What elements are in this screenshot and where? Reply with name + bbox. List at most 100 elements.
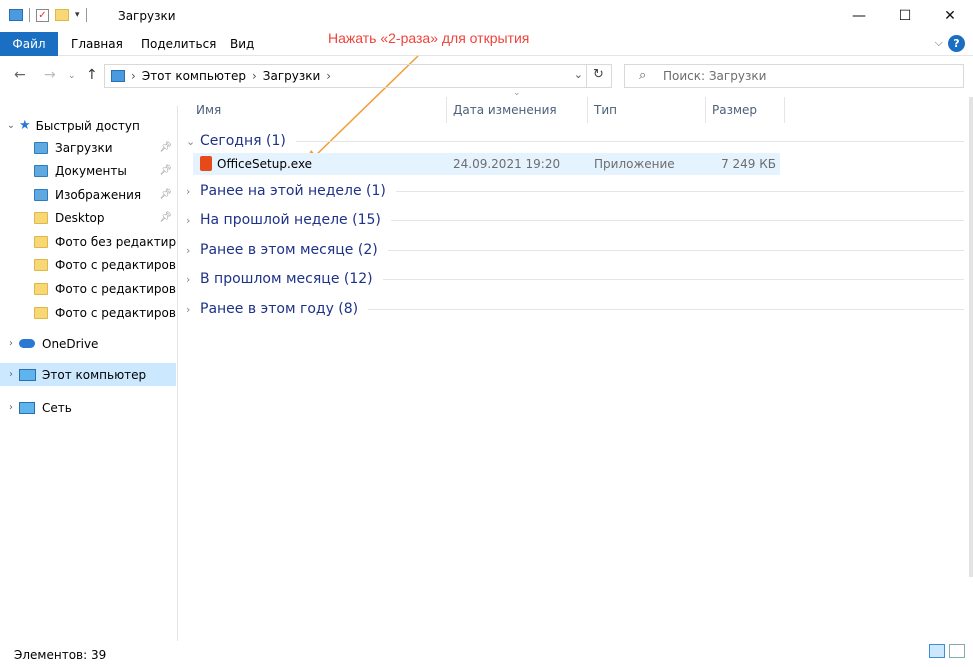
maximize-button[interactable]: ☐ (882, 0, 928, 32)
folder-icon (34, 235, 48, 248)
annotation-text: Нажать «2-раза» для открытия (328, 30, 530, 46)
customize-toolbar-icon[interactable]: ▾ (75, 10, 80, 20)
expand-chevron-icon[interactable]: › (186, 244, 200, 257)
sidebar-quick-access[interactable]: ⌄ ★ Быстрый доступ (0, 114, 176, 137)
group-divider (387, 249, 964, 251)
quick-access-toolbar: ✓ ▾ (9, 8, 87, 22)
sidebar-label: Быстрый доступ (35, 118, 140, 133)
group-earlier-this-month[interactable]: › Ранее в этом месяце (2) (186, 239, 964, 261)
pin-icon: 📌︎ (159, 142, 172, 153)
pictures-folder-icon (34, 188, 48, 201)
tab-home[interactable]: Главная (59, 32, 135, 56)
navigation-bar: ← → ⌄ ↑ › Этот компьютер › Загрузки › ⌄ … (0, 59, 973, 93)
sidebar-item-desktop[interactable]: Desktop 📌︎ (0, 206, 176, 229)
group-label: Ранее на этой неделе (1) (200, 183, 386, 199)
column-header-date[interactable]: Дата изменения (453, 103, 557, 129)
ribbon-expand-icon[interactable]: ⌵ (935, 36, 943, 50)
tab-share[interactable]: Поделиться (129, 32, 228, 56)
group-today[interactable]: ⌄ Сегодня (1) (186, 130, 964, 152)
refresh-icon[interactable]: ↻ (586, 64, 610, 88)
properties-icon[interactable]: ✓ (36, 8, 49, 22)
sidebar-label: Сеть (42, 400, 72, 415)
group-last-week[interactable]: › На прошлой неделе (15) (186, 209, 964, 231)
network-icon (19, 401, 35, 414)
breadcrumb-separator: › (326, 69, 332, 83)
expand-chevron-icon[interactable]: › (3, 338, 19, 349)
sidebar-item-photo-edited-2[interactable]: Фото с редактированием (0, 277, 176, 300)
file-type: Приложение (594, 157, 675, 171)
sidebar-label: Фото без редактирования (55, 234, 176, 249)
forward-arrow-icon[interactable]: → (44, 67, 56, 83)
address-bar[interactable]: › Этот компьютер › Загрузки › ⌄ (104, 64, 612, 88)
column-header-size[interactable]: Размер (712, 103, 757, 129)
group-earlier-this-week[interactable]: › Ранее на этой неделе (1) (186, 180, 964, 202)
sidebar-label: Фото с редактированием (55, 281, 176, 296)
expand-chevron-icon[interactable]: › (186, 185, 200, 198)
tab-file[interactable]: Файл (0, 32, 58, 56)
office-icon (200, 156, 212, 171)
column-divider (705, 97, 706, 123)
view-switcher (929, 644, 965, 658)
column-header-type[interactable]: Тип (594, 103, 617, 129)
sidebar-network[interactable]: › Сеть (0, 396, 176, 419)
new-folder-icon[interactable] (55, 9, 69, 21)
sidebar-label: Desktop (55, 210, 105, 225)
title-bar: ✓ ▾ Загрузки — ☐ ✕ (0, 0, 973, 32)
file-row[interactable]: OfficeSetup.exe 24.09.2021 19:20 Приложе… (193, 153, 780, 175)
close-button[interactable]: ✕ (927, 0, 973, 32)
pin-icon: 📌︎ (159, 212, 172, 223)
sort-indicator-icon: ⌄ (513, 88, 521, 98)
navigation-pane: ⌄ ★ Быстрый доступ Загрузки 📌︎ Документы… (0, 106, 178, 641)
collapse-chevron-icon[interactable]: ⌄ (3, 120, 19, 131)
breadcrumb-downloads[interactable]: Загрузки (263, 69, 321, 83)
up-arrow-icon[interactable]: ↑ (86, 67, 98, 83)
computer-icon (19, 368, 36, 381)
group-label: Ранее в этом году (8) (200, 301, 359, 317)
group-divider (295, 140, 964, 142)
search-input[interactable]: ⌕ Поиск: Загрузки (624, 64, 964, 88)
group-divider (368, 308, 964, 310)
pin-icon: 📌︎ (159, 189, 172, 200)
help-icon[interactable]: ? (948, 35, 965, 52)
expand-chevron-icon[interactable]: › (186, 303, 200, 316)
toolbar-divider (29, 8, 30, 22)
cloud-icon (19, 339, 35, 348)
sidebar-item-pictures[interactable]: Изображения 📌︎ (0, 183, 176, 206)
expand-chevron-icon[interactable]: › (3, 369, 19, 380)
group-label: В прошлом месяце (12) (200, 271, 373, 287)
window-title: Загрузки (118, 9, 176, 23)
recent-locations-icon[interactable]: ⌄ (68, 71, 76, 81)
star-icon: ★ (19, 118, 31, 133)
sidebar-label: Фото с редактированием (55, 305, 176, 320)
breadcrumb-this-pc[interactable]: Этот компьютер (142, 69, 246, 83)
sidebar-item-documents[interactable]: Документы 📌︎ (0, 159, 176, 182)
expand-chevron-icon[interactable]: › (186, 214, 200, 227)
folder-icon (34, 306, 48, 319)
column-header-name[interactable]: Имя (196, 103, 221, 129)
large-icons-view-icon[interactable] (949, 644, 965, 658)
group-last-month[interactable]: › В прошлом месяце (12) (186, 268, 964, 290)
sidebar-item-photo-unedited[interactable]: Фото без редактирования (0, 230, 176, 253)
details-view-icon[interactable] (929, 644, 945, 658)
expand-chevron-icon[interactable]: › (3, 402, 19, 413)
group-earlier-this-year[interactable]: › Ранее в этом году (8) (186, 298, 964, 320)
status-item-count: Элементов: 39 (14, 648, 107, 662)
back-arrow-icon[interactable]: ← (14, 67, 26, 83)
explorer-icon (9, 9, 23, 21)
group-divider (382, 278, 964, 280)
sidebar-item-photo-edited-3[interactable]: Фото с редактированием (0, 301, 176, 324)
tab-view[interactable]: Вид (218, 32, 266, 56)
sidebar-this-pc[interactable]: › Этот компьютер (0, 363, 176, 386)
breadcrumb-separator: › (251, 69, 257, 83)
minimize-button[interactable]: — (836, 0, 882, 32)
group-label: Ранее в этом месяце (2) (200, 242, 378, 258)
sidebar-onedrive[interactable]: › OneDrive (0, 332, 176, 355)
sidebar-item-downloads[interactable]: Загрузки 📌︎ (0, 136, 176, 159)
expand-chevron-icon[interactable]: › (186, 273, 200, 286)
downloads-folder-icon (34, 141, 48, 154)
address-dropdown-icon[interactable]: ⌄ (574, 68, 583, 81)
column-divider (587, 97, 588, 123)
sidebar-item-photo-edited-1[interactable]: Фото с редактированием (0, 253, 176, 276)
scrollbar[interactable] (969, 97, 973, 577)
collapse-chevron-icon[interactable]: ⌄ (186, 135, 200, 148)
